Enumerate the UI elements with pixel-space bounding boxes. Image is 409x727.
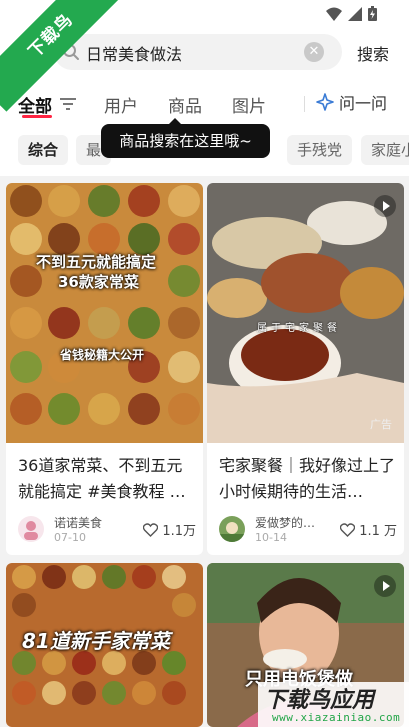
active-tab-indicator: [22, 115, 52, 118]
clear-icon[interactable]: ✕: [304, 42, 324, 62]
cover-text-3: 省钱秘籍大公开: [60, 348, 145, 362]
card-cover-image: [6, 183, 203, 443]
like-button[interactable]: 1.1 万: [340, 520, 397, 539]
search-input[interactable]: 日常美食做法 ✕: [54, 34, 342, 70]
tab-users[interactable]: 用户: [104, 92, 138, 117]
search-button[interactable]: 搜索: [357, 41, 389, 65]
screen: 日常美食做法 ✕ 搜索 全部 用户 商品 图片 问一问 综合 最 手残党 家庭小…: [0, 0, 409, 727]
card-author-row: 诺诺美食 07-10 1.1万: [18, 514, 196, 544]
tab-images[interactable]: 图片: [232, 92, 266, 117]
signal-icon: [348, 6, 362, 21]
brand-watermark: 下载鸟应用 www.xiazainiao.com: [258, 682, 409, 727]
chip-family[interactable]: 家庭小: [361, 135, 409, 165]
status-bar: [326, 6, 377, 21]
ask-button[interactable]: 问一问: [316, 90, 387, 114]
heart-icon: [340, 522, 356, 537]
post-date: 07-10: [54, 531, 86, 544]
tab-all[interactable]: 全部: [18, 92, 52, 117]
result-tabs: 全部 用户 商品 图片 问一问: [0, 88, 409, 120]
author-name[interactable]: 诺诺美食: [54, 514, 102, 531]
chip-comprehensive[interactable]: 综合: [18, 135, 69, 165]
product-search-tooltip: 商品搜索在这里哦~: [101, 118, 270, 158]
cover-text-1: 属于宅家聚餐: [257, 323, 341, 334]
post-date: 10-14: [255, 531, 287, 544]
search-query: 日常美食做法: [86, 45, 183, 64]
tab-products[interactable]: 商品: [168, 92, 202, 117]
chip-beginner[interactable]: 手残党: [287, 135, 353, 165]
tabs-divider: [304, 96, 305, 112]
card-title: 宅家聚餐｜我好像过上了小时候期待的生活…: [219, 456, 396, 501]
video-play-icon: [374, 195, 396, 217]
avatar[interactable]: [219, 516, 245, 542]
like-count: 1.1万: [162, 524, 196, 539]
heart-icon: [143, 522, 159, 537]
like-count: 1.1 万: [359, 524, 397, 539]
cover-text-1: 不到五元就能搞定: [36, 253, 157, 271]
video-play-icon: [374, 575, 396, 597]
card-cover-image: [207, 183, 404, 443]
wifi-icon: [326, 7, 342, 21]
watermark-url: www.xiazainiao.com: [272, 711, 401, 724]
avatar[interactable]: [18, 516, 44, 542]
ad-label: 广告: [370, 418, 392, 431]
ask-label: 问一问: [339, 94, 388, 113]
like-button[interactable]: 1.1万: [143, 520, 196, 539]
card-author-row: 爱做梦的… 10-14 1.1 万: [219, 514, 397, 544]
feed-card[interactable]: 属于宅家聚餐 广告 宅家聚餐｜我好像过上了小时候期待的生活… 爱做梦的… 10-…: [207, 183, 404, 555]
cover-text-2: 36款家常菜: [58, 273, 139, 291]
author-name[interactable]: 爱做梦的…: [255, 514, 315, 531]
feed-card[interactable]: 81道新手家常菜: [6, 563, 203, 727]
watermark-title: 下载鸟应用: [264, 688, 375, 713]
card-title: 36道家常菜、不到五元就能搞定 #美食教程 …: [18, 456, 186, 501]
cover-text-1: 81道新手家常菜: [22, 629, 170, 653]
filter-icon[interactable]: [60, 97, 76, 111]
feed-card[interactable]: 不到五元就能搞定 36款家常菜 省钱秘籍大公开 36道家常菜、不到五元就能搞定 …: [6, 183, 203, 555]
battery-icon: [368, 6, 377, 21]
sparkle-icon: [316, 93, 334, 111]
